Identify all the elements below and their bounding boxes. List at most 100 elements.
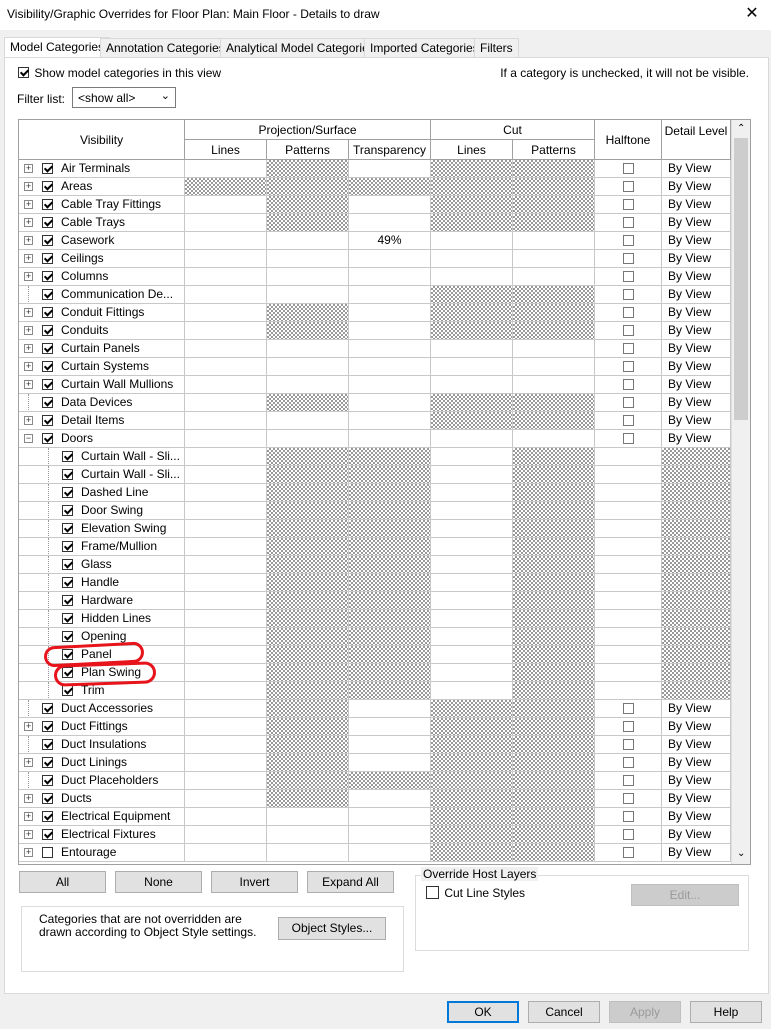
expand-icon[interactable]: + [24, 200, 33, 209]
expand-icon[interactable]: + [24, 812, 33, 821]
transparency-cell[interactable] [349, 196, 431, 214]
cut-lines-cell[interactable] [431, 538, 513, 556]
category-visibility-checkbox[interactable] [42, 289, 53, 300]
halftone-checkbox[interactable] [622, 433, 634, 444]
proj-lines-cell[interactable] [185, 268, 267, 286]
expand-icon[interactable]: + [24, 308, 33, 317]
header-visibility[interactable]: Visibility [19, 120, 185, 160]
invert-button[interactable]: Invert [211, 871, 298, 893]
detail-level-cell[interactable]: By View [662, 700, 731, 718]
detail-level-cell[interactable]: By View [662, 394, 731, 412]
cut-lines-cell[interactable] [431, 664, 513, 682]
category-visibility-checkbox[interactable] [42, 217, 53, 228]
halftone-cell[interactable] [595, 808, 662, 826]
halftone-checkbox[interactable] [622, 253, 634, 264]
halftone-cell[interactable] [595, 286, 662, 304]
halftone-cell[interactable] [595, 358, 662, 376]
proj-lines-cell[interactable] [185, 340, 267, 358]
table-row[interactable]: + Casework 49% By View [19, 232, 731, 250]
proj-lines-cell[interactable] [185, 790, 267, 808]
cut-line-styles-toggle[interactable]: Cut Line Styles [426, 884, 525, 900]
category-visibility-checkbox[interactable] [62, 451, 73, 462]
expand-icon[interactable]: + [24, 236, 33, 245]
detail-level-cell[interactable]: By View [662, 196, 731, 214]
table-row[interactable]: Communication De... By View [19, 286, 731, 304]
proj-lines-cell[interactable] [185, 844, 267, 862]
table-row[interactable]: + Curtain Wall Mullions By View [19, 376, 731, 394]
table-row[interactable]: + Ceilings By View [19, 250, 731, 268]
transparency-cell[interactable] [349, 430, 431, 448]
category-visibility-checkbox[interactable] [42, 253, 53, 264]
detail-level-cell[interactable]: By View [662, 286, 731, 304]
cut-patterns-cell[interactable] [513, 268, 595, 286]
table-row[interactable]: + Curtain Panels By View [19, 340, 731, 358]
halftone-checkbox[interactable] [622, 739, 634, 750]
table-row[interactable]: Handle [19, 574, 731, 592]
detail-level-cell[interactable]: By View [662, 340, 731, 358]
category-visibility-checkbox[interactable] [42, 415, 53, 426]
category-visibility-checkbox[interactable] [42, 361, 53, 372]
proj-lines-cell[interactable] [185, 808, 267, 826]
show-categories-toggle[interactable]: Show model categories in this view [18, 66, 221, 80]
detail-level-cell[interactable]: By View [662, 160, 731, 178]
cut-lines-cell[interactable] [431, 448, 513, 466]
category-visibility-checkbox[interactable] [42, 379, 53, 390]
halftone-checkbox[interactable] [622, 757, 634, 768]
table-row[interactable]: + Air Terminals By View [19, 160, 731, 178]
proj-patterns-cell[interactable] [267, 808, 349, 826]
halftone-checkbox[interactable] [622, 343, 634, 354]
table-row[interactable]: + Electrical Equipment By View [19, 808, 731, 826]
category-visibility-checkbox[interactable] [42, 235, 53, 246]
detail-level-cell[interactable]: By View [662, 358, 731, 376]
halftone-cell[interactable] [595, 430, 662, 448]
table-row[interactable]: + Cable Tray Fittings By View [19, 196, 731, 214]
proj-lines-cell[interactable] [185, 772, 267, 790]
category-visibility-checkbox[interactable] [42, 343, 53, 354]
category-visibility-checkbox[interactable] [42, 757, 53, 768]
detail-level-cell[interactable]: By View [662, 736, 731, 754]
table-row[interactable]: + Entourage By View [19, 844, 731, 862]
cut-lines-cell[interactable] [431, 268, 513, 286]
halftone-cell[interactable] [595, 412, 662, 430]
halftone-cell[interactable] [595, 250, 662, 268]
proj-lines-cell[interactable] [185, 304, 267, 322]
proj-lines-cell[interactable] [185, 448, 267, 466]
proj-lines-cell[interactable] [185, 520, 267, 538]
halftone-cell[interactable] [595, 340, 662, 358]
halftone-checkbox[interactable] [622, 307, 634, 318]
halftone-checkbox[interactable] [622, 703, 634, 714]
proj-lines-cell[interactable] [185, 826, 267, 844]
category-visibility-checkbox[interactable] [42, 721, 53, 732]
proj-lines-cell[interactable] [185, 412, 267, 430]
category-visibility-checkbox[interactable] [42, 433, 53, 444]
detail-level-cell[interactable]: By View [662, 376, 731, 394]
detail-level-cell[interactable]: By View [662, 322, 731, 340]
proj-lines-cell[interactable] [185, 610, 267, 628]
table-row[interactable]: + Duct Linings By View [19, 754, 731, 772]
expand-icon[interactable]: + [24, 794, 33, 803]
proj-lines-cell[interactable] [185, 196, 267, 214]
transparency-cell[interactable] [349, 754, 431, 772]
category-visibility-checkbox[interactable] [42, 163, 53, 174]
transparency-cell[interactable] [349, 340, 431, 358]
proj-lines-cell[interactable] [185, 502, 267, 520]
halftone-checkbox[interactable] [622, 271, 634, 282]
proj-lines-cell[interactable] [185, 430, 267, 448]
vertical-scrollbar[interactable]: ⌃ ⌄ [731, 120, 750, 864]
proj-lines-cell[interactable] [185, 556, 267, 574]
table-row[interactable]: Duct Accessories By View [19, 700, 731, 718]
halftone-cell[interactable] [595, 700, 662, 718]
transparency-cell[interactable] [349, 322, 431, 340]
table-row[interactable]: Dashed Line [19, 484, 731, 502]
table-row[interactable]: Duct Placeholders By View [19, 772, 731, 790]
transparency-cell[interactable] [349, 286, 431, 304]
category-visibility-checkbox[interactable] [42, 847, 53, 858]
help-button[interactable]: Help [690, 1001, 762, 1023]
halftone-checkbox[interactable] [622, 361, 634, 372]
table-row[interactable]: Hidden Lines [19, 610, 731, 628]
halftone-cell[interactable] [595, 772, 662, 790]
header-proj-patterns[interactable]: Patterns [267, 140, 349, 160]
halftone-checkbox[interactable] [622, 415, 634, 426]
cut-lines-cell[interactable] [431, 250, 513, 268]
table-row[interactable]: Trim [19, 682, 731, 700]
